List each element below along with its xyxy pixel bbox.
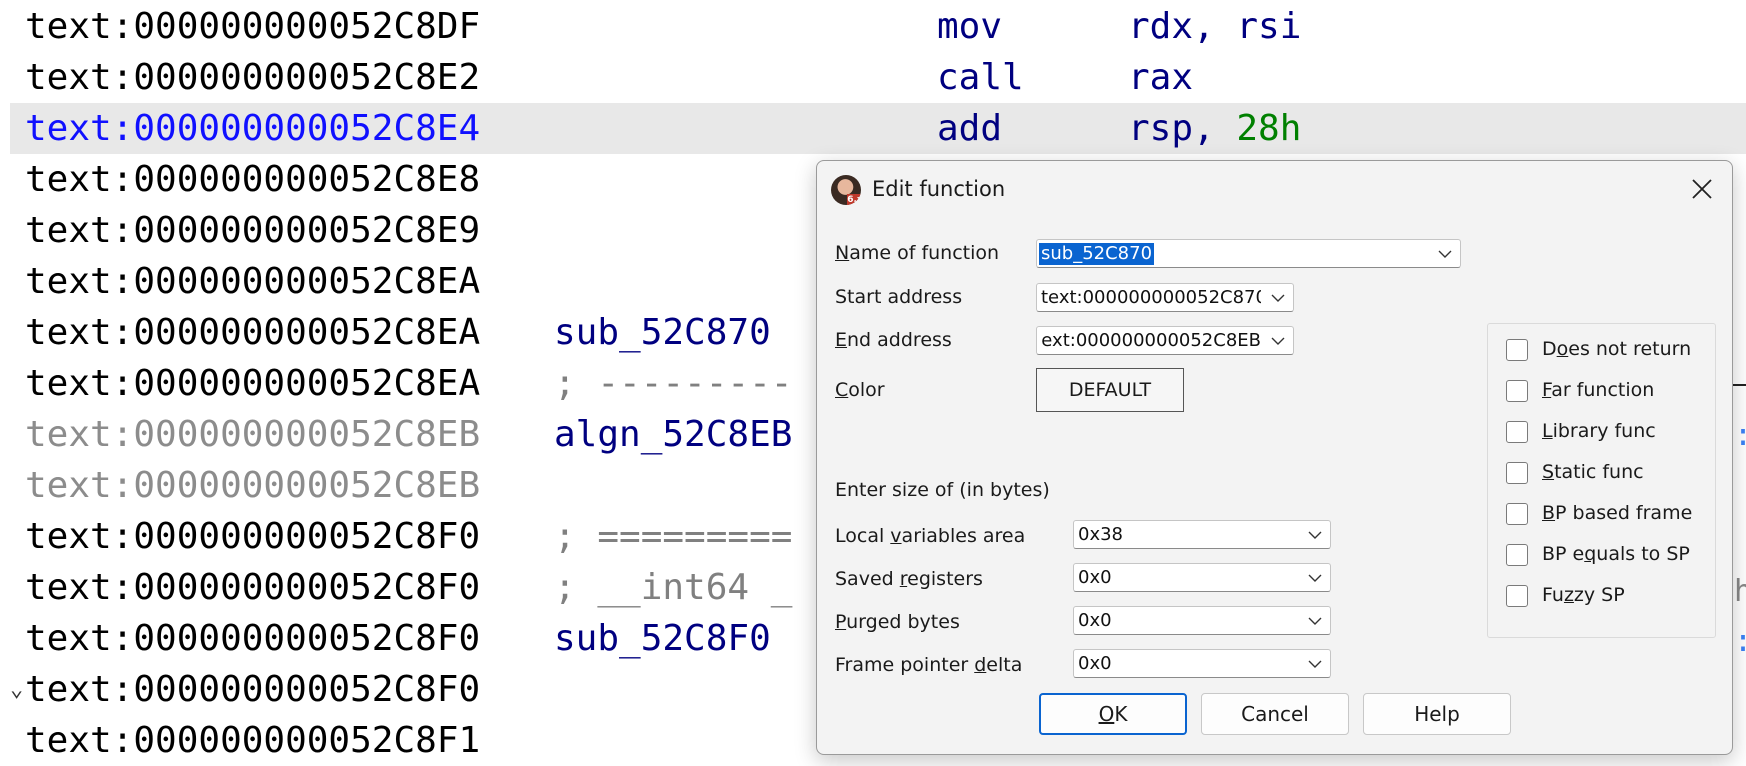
edge-mark: h [1734, 574, 1746, 609]
line-address: text:000000000052C8F0 [25, 567, 481, 608]
dialog-titlebar[interactable]: 6.x Edit function [817, 161, 1732, 219]
line-comment: ; __int64 _ [554, 567, 793, 608]
checkbox-label: Fuzzy SP [1542, 584, 1625, 606]
edge-mark: : [1734, 624, 1746, 659]
dialog-title: Edit function [872, 177, 1006, 201]
local-vars-label: Local variables area [835, 525, 1026, 547]
line-address: text:000000000052C8F1 [25, 720, 481, 761]
chevron-down-icon[interactable] [1271, 336, 1285, 346]
edit-function-dialog[interactable]: 6.x Edit function Name of function sub_5… [816, 160, 1733, 755]
purged-bytes-label: Purged bytes [835, 611, 960, 633]
checkbox-box[interactable] [1506, 380, 1528, 402]
listing-line[interactable]: text:000000000052C8DF mov rdx, rsi [10, 1, 1746, 52]
line-address: text:000000000052C8E9 [25, 210, 481, 251]
close-button[interactable] [1682, 169, 1722, 209]
saved-registers-combo[interactable]: 0x0 [1073, 563, 1331, 592]
checkbox-label: Library func [1542, 420, 1656, 442]
ok-label-rest: K [1114, 702, 1128, 726]
frame-pointer-delta-combo[interactable]: 0x0 [1073, 649, 1331, 678]
operand-register: rsp, [1128, 108, 1237, 149]
line-address: text:000000000052C8F0 [25, 618, 481, 659]
function-flags-group: Does not return Far function Library fun… [1487, 323, 1716, 638]
line-address: text:000000000052C8DF [25, 6, 481, 47]
line-address: text:000000000052C8F0 [25, 516, 481, 557]
line-symbol[interactable]: sub_52C870 [554, 307, 771, 358]
line-operand: rdx, rsi [1128, 6, 1302, 47]
size-heading: Enter size of (in bytes) [835, 479, 1050, 501]
line-operand: rax [1128, 57, 1194, 98]
close-icon [1692, 179, 1712, 199]
line-address: text:000000000052C8EB [25, 465, 481, 506]
frame-pointer-delta-value: 0x0 [1078, 653, 1112, 674]
checkbox-label: Static func [1542, 461, 1644, 483]
local-vars-combo[interactable]: 0x38 [1073, 520, 1331, 549]
color-label: Color [835, 379, 885, 401]
line-address: text:000000000052C8E8 [25, 159, 481, 200]
end-address-value: text:000000000052C8EB [1041, 330, 1261, 351]
purged-bytes-combo[interactable]: 0x0 [1073, 606, 1331, 635]
checkbox-box[interactable] [1506, 585, 1528, 607]
start-address-value: text:000000000052C870 [1041, 287, 1261, 308]
line-address: text:000000000052C8EA [25, 261, 481, 302]
line-symbol[interactable]: sub_52C8F0 [554, 613, 771, 664]
name-of-function-combo[interactable]: sub_52C870 [1036, 239, 1461, 268]
line-comment: ; --------- [554, 363, 793, 404]
help-button[interactable]: Help [1363, 693, 1511, 735]
line-address: text:000000000052C8EA [25, 363, 481, 404]
end-address-combo[interactable]: text:000000000052C8EB [1036, 326, 1294, 355]
chevron-down-icon[interactable] [1308, 573, 1322, 583]
start-address-combo[interactable]: text:000000000052C870 [1036, 283, 1294, 312]
name-of-function-label: Name of function [835, 242, 1000, 264]
edge-mark: : [1734, 418, 1746, 453]
name-of-function-value: sub_52C870 [1039, 243, 1155, 265]
checkbox-box[interactable] [1506, 421, 1528, 443]
line-address: text:000000000052C8EA [25, 312, 481, 353]
checkbox-box[interactable] [1506, 503, 1528, 525]
line-mnemonic: call [937, 57, 1024, 98]
start-address-label: Start address [835, 286, 963, 308]
edge-divider [1731, 384, 1746, 386]
checkbox-box[interactable] [1506, 339, 1528, 361]
ok-mnemonic: O [1098, 702, 1115, 726]
line-mnemonic: mov [937, 6, 1003, 47]
line-address: text:000000000052C8EB [25, 414, 481, 455]
chevron-down-icon[interactable] [1438, 249, 1452, 259]
chevron-down-icon[interactable] [1308, 616, 1322, 626]
listing-line[interactable]: text:000000000052C8E2 call rax [10, 52, 1746, 103]
cancel-button[interactable]: Cancel [1201, 693, 1349, 735]
chevron-down-icon[interactable] [1271, 293, 1285, 303]
chevron-down-icon[interactable] [1308, 659, 1322, 669]
line-comment: ; ========= [554, 516, 793, 557]
line-symbol[interactable]: algn_52C8EB [554, 409, 792, 460]
checkbox-box[interactable] [1506, 544, 1528, 566]
color-default-button[interactable]: DEFAULT [1036, 368, 1184, 412]
frame-pointer-delta-label: Frame pointer delta [835, 654, 1023, 676]
local-vars-value: 0x38 [1078, 524, 1124, 545]
line-address: text:000000000052C8E4 [25, 108, 481, 149]
ok-button[interactable]: OK [1039, 693, 1187, 735]
saved-registers-value: 0x0 [1078, 567, 1112, 588]
collapse-chevron-icon[interactable]: ⌄ [10, 664, 23, 715]
ida-app-icon: 6.x [831, 175, 861, 205]
end-address-label: End address [835, 329, 952, 351]
checkbox-label: Does not return [1542, 338, 1692, 360]
line-mnemonic: add [937, 108, 1003, 149]
checkbox-label: Far function [1542, 379, 1655, 401]
checkbox-box[interactable] [1506, 462, 1528, 484]
checkbox-label: BP equals to SP [1542, 543, 1690, 565]
operand-immediate: 28h [1236, 108, 1302, 149]
chevron-down-icon[interactable] [1308, 530, 1322, 540]
listing-line-current[interactable]: text:000000000052C8E4 add rsp, 28h [10, 103, 1746, 154]
saved-registers-label: Saved registers [835, 568, 983, 590]
line-address: text:000000000052C8F0 [25, 669, 481, 710]
checkbox-label: BP based frame [1542, 502, 1693, 524]
line-operand: rsp, 28h [1128, 103, 1301, 154]
purged-bytes-value: 0x0 [1078, 610, 1112, 631]
app-icon-badge: 6.x [847, 194, 861, 205]
line-address: text:000000000052C8E2 [25, 57, 481, 98]
